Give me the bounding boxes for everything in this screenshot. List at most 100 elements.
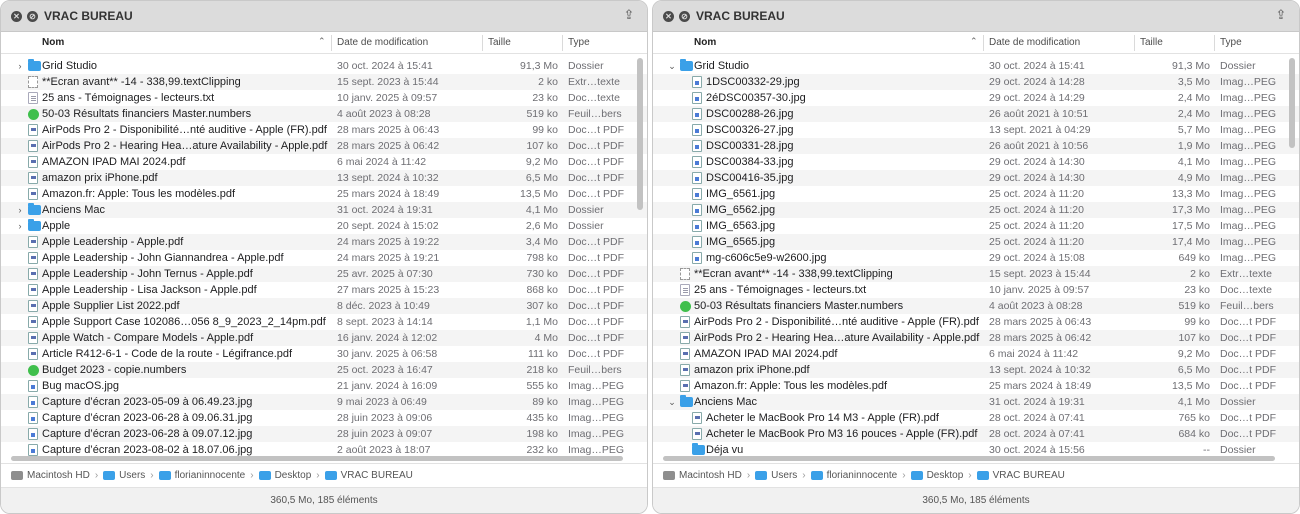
column-name[interactable]: Nom [42, 37, 64, 48]
vertical-scrollbar[interactable] [637, 58, 643, 210]
disclosure-expanded-icon[interactable]: ⌄ [667, 58, 677, 74]
share-icon[interactable]: ⇪ [1273, 7, 1289, 25]
column-size[interactable]: Taille [488, 37, 511, 48]
file-row[interactable]: Acheter le MacBook Pro M3 16 pouces - Ap… [653, 426, 1299, 442]
disclosure-expanded-icon[interactable]: ⌄ [667, 394, 677, 410]
column-divider[interactable] [1214, 35, 1215, 51]
file-row[interactable]: DSC00288-26.jpg 26 août 2021 à 10:51 2,4 M… [653, 106, 1299, 122]
file-row[interactable]: Budget 2023 - copie.numbers 25 oct. 2023 … [1, 362, 647, 378]
column-divider[interactable] [562, 35, 563, 51]
path-bar: Macintosh HD › Users › florianinnocente › Desk… [1, 463, 647, 487]
file-row[interactable]: amazon prix iPhone.pdf 13 sept. 2024 à 10… [1, 170, 647, 186]
file-row[interactable]: amazon prix iPhone.pdf 13 sept. 2024 à 10… [653, 362, 1299, 378]
breadcrumb-item[interactable]: Users [755, 470, 797, 481]
breadcrumb-item[interactable]: Macintosh HD [11, 470, 90, 481]
file-row[interactable]: › Apple 20 sept. 2024 à 15:02 2,6 Mo Dossier [1, 218, 647, 234]
file-row[interactable]: Capture d’écran 2023-06-28 à 09.07.12.jp… [1, 426, 647, 442]
file-row[interactable]: › Anciens Mac 31 oct. 2024 à 19:31 4,1 Mo Do… [1, 202, 647, 218]
column-size[interactable]: Taille [1140, 37, 1163, 48]
share-icon[interactable]: ⇪ [621, 7, 637, 25]
file-row[interactable]: AirPods Pro 2 - Hearing Hea…ature Availa… [1, 138, 647, 154]
file-type: Doc…t PDF [568, 268, 625, 280]
file-row[interactable]: IMG_6565.jpg 25 oct. 2024 à 11:20 17,4 Mo I… [653, 234, 1299, 250]
breadcrumb-item[interactable]: Users [103, 470, 145, 481]
file-row[interactable]: Capture d’écran 2023-05-09 à 06.49.23.jp… [1, 394, 647, 410]
column-divider[interactable] [331, 35, 332, 51]
breadcrumb-item[interactable]: Desktop [258, 470, 312, 481]
file-date: 26 août 2021 à 10:51 [989, 108, 1089, 120]
file-row[interactable]: IMG_6561.jpg 25 oct. 2024 à 11:20 13,3 Mo I… [653, 186, 1299, 202]
disclosure-collapsed-icon[interactable]: › [15, 218, 25, 234]
file-row[interactable]: **Ecran avant** -14 - 338,99.textClippin… [653, 266, 1299, 282]
breadcrumb-item[interactable]: florianinnocente [810, 470, 897, 481]
column-divider[interactable] [983, 35, 984, 51]
file-row[interactable]: AirPods Pro 2 - Disponibilité…nté auditi… [1, 122, 647, 138]
disclosure-collapsed-icon[interactable]: › [15, 202, 25, 218]
file-row[interactable]: 50-03 Résultats financiers Master.number… [1, 106, 647, 122]
file-row[interactable]: 1DSC00332-29.jpg 29 oct. 2024 à 14:28 3,5 … [653, 74, 1299, 90]
file-row[interactable]: 50-03 Résultats financiers Master.number… [653, 298, 1299, 314]
disclosure-collapsed-icon[interactable]: › [15, 58, 25, 74]
file-row[interactable]: Apple Leadership - Lisa Jackson - Apple.… [1, 282, 647, 298]
file-row[interactable]: IMG_6563.jpg 25 oct. 2024 à 11:20 17,5 Mo I… [653, 218, 1299, 234]
file-row[interactable]: 25 ans - Témoignages - lecteurs.txt 10 ja… [653, 282, 1299, 298]
file-row[interactable]: DSC00416-35.jpg 29 oct. 2024 à 14:30 4,9 M… [653, 170, 1299, 186]
file-row[interactable]: Amazon.fr: Apple: Tous les modèles.pdf 25… [653, 378, 1299, 394]
breadcrumb-item[interactable]: VRAC BUREAU [976, 470, 1065, 481]
file-row[interactable]: AMAZON IPAD MAI 2024.pdf 6 mai 2024 à 11:… [653, 346, 1299, 362]
text-clipping-icon [680, 268, 690, 280]
file-row[interactable]: › Grid Studio 30 oct. 2024 à 15:41 91,3 Mo D… [1, 58, 647, 74]
file-row[interactable]: Apple Support Case 102086…056 8_9_2023_2… [1, 314, 647, 330]
horizontal-scrollbar[interactable] [11, 456, 623, 461]
file-type: Doc…t PDF [1220, 332, 1277, 344]
file-row[interactable]: ⌄ Grid Studio 30 oct. 2024 à 15:41 91,3 Mo D… [653, 58, 1299, 74]
file-size: 649 ko [1178, 252, 1210, 264]
file-row[interactable]: Apple Watch - Compare Models - Apple.pdf… [1, 330, 647, 346]
file-row[interactable]: 2éDSC00357-30.jpg 29 oct. 2024 à 14:29 2,4… [653, 90, 1299, 106]
file-date: 8 déc. 2023 à 10:49 [337, 300, 430, 312]
file-row[interactable]: Acheter le MacBook Pro 14 M3 - Apple (FR… [653, 410, 1299, 426]
file-row[interactable]: DSC00331-28.jpg 26 août 2021 à 10:56 1,9 M… [653, 138, 1299, 154]
file-row[interactable]: Apple Supplier List 2022.pdf 8 déc. 2023 … [1, 298, 647, 314]
breadcrumb-item[interactable]: Desktop [910, 470, 963, 481]
file-row[interactable]: AirPods Pro 2 - Hearing Hea…ature Availa… [653, 330, 1299, 346]
file-row[interactable]: Apple Leadership - John Ternus - Apple.p… [1, 266, 647, 282]
file-row[interactable]: **Ecran avant** -14 - 338,99.textClippin… [1, 74, 647, 90]
file-row[interactable]: DSC00384-33.jpg 29 oct. 2024 à 14:30 4,1 M… [653, 154, 1299, 170]
file-row[interactable]: Amazon.fr: Apple: Tous les modèles.pdf 25… [1, 186, 647, 202]
breadcrumb-label: Desktop [274, 470, 312, 481]
column-date[interactable]: Date de modification [989, 37, 1080, 48]
file-row[interactable]: Apple Leadership - John Giannandrea - Ap… [1, 250, 647, 266]
breadcrumb-label: VRAC BUREAU [340, 470, 413, 481]
horizontal-scrollbar[interactable] [663, 456, 1275, 461]
vertical-scrollbar[interactable] [1289, 58, 1295, 148]
file-row[interactable]: Article R412-6-1 - Code de la route - Lé… [1, 346, 647, 362]
column-name[interactable]: Nom [694, 37, 716, 48]
file-row[interactable]: ⌄ Anciens Mac 31 oct. 2024 à 19:31 4,1 Mo Do… [653, 394, 1299, 410]
file-row[interactable]: 25 ans - Témoignages - lecteurs.txt 10 ja… [1, 90, 647, 106]
file-row[interactable]: mg-c606c5e9-w2600.jpg 29 oct. 2024 à 15:0… [653, 250, 1299, 266]
file-row[interactable]: Apple Leadership - Apple.pdf 24 mars 2025… [1, 234, 647, 250]
file-row[interactable]: AMAZON IPAD MAI 2024.pdf 6 mai 2024 à 11:… [1, 154, 647, 170]
column-type[interactable]: Type [568, 37, 590, 48]
prohibited-icon: ⊘ [679, 11, 690, 22]
breadcrumb-item[interactable]: florianinnocente [158, 470, 245, 481]
file-type: Doc…t PDF [1220, 316, 1277, 328]
file-row[interactable]: DSC00326-27.jpg 13 sept. 2021 à 04:29 5,7 … [653, 122, 1299, 138]
file-type: Doc…t PDF [568, 140, 625, 152]
breadcrumb-item[interactable]: VRAC BUREAU [324, 470, 413, 481]
close-icon[interactable]: ✕ [11, 11, 22, 22]
file-row[interactable]: IMG_6562.jpg 25 oct. 2024 à 11:20 17,3 Mo I… [653, 202, 1299, 218]
file-row[interactable]: Capture d’écran 2023-06-28 à 09.06.31.jp… [1, 410, 647, 426]
folder-icon [28, 219, 41, 231]
file-row[interactable]: Bug macOS.jpg 21 janv. 2024 à 16:09 555 ko… [1, 378, 647, 394]
sort-ascending-icon[interactable]: ⌃ [970, 36, 978, 47]
column-divider[interactable] [482, 35, 483, 51]
close-icon[interactable]: ✕ [663, 11, 674, 22]
column-type[interactable]: Type [1220, 37, 1242, 48]
breadcrumb-item[interactable]: Macintosh HD [663, 470, 742, 481]
file-row[interactable]: AirPods Pro 2 - Disponibilité…nté auditi… [653, 314, 1299, 330]
column-date[interactable]: Date de modification [337, 37, 428, 48]
sort-ascending-icon[interactable]: ⌃ [318, 36, 326, 47]
column-divider[interactable] [1134, 35, 1135, 51]
